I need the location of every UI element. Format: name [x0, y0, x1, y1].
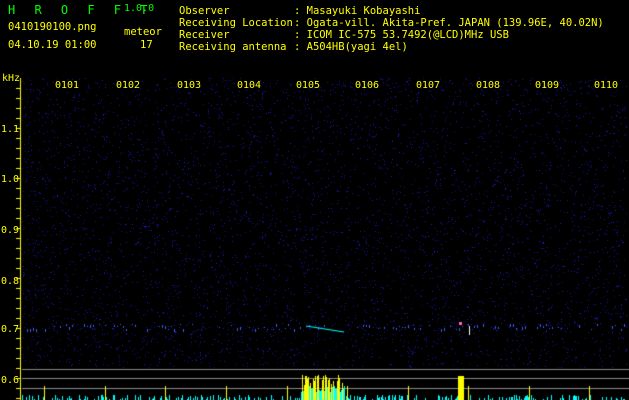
- time-tick: 0106: [355, 80, 380, 91]
- spectrogram-canvas: [0, 0, 629, 400]
- time-tick: 0105: [296, 80, 321, 91]
- receiver-key: Receiver: [179, 29, 230, 41]
- file-name: 0410190100.png: [8, 21, 97, 33]
- app-version: 1.0.0: [124, 3, 155, 14]
- time-tick: 0107: [416, 80, 441, 91]
- time-tick: 0101: [55, 80, 80, 91]
- freq-tick: 0.7: [1, 324, 20, 335]
- hroft-window: H R O F F T 1.0.0 0410190100.png meteor …: [0, 0, 629, 400]
- time-tick: 0102: [116, 80, 141, 91]
- time-tick: 0110: [594, 80, 619, 91]
- meteor-label: meteor: [124, 26, 162, 38]
- freq-tick: 1.0: [1, 174, 20, 185]
- meteor-count: 17: [140, 39, 153, 51]
- antenna-key: Receiving antenna: [179, 41, 287, 53]
- freq-tick: 0.8: [1, 276, 20, 287]
- freq-tick: 0.6: [1, 375, 20, 386]
- file-datetime: 04.10.19 01:00: [8, 39, 97, 51]
- observer-key: Observer: [179, 5, 230, 17]
- observer-value: : Masayuki Kobayashi: [294, 5, 421, 17]
- time-tick: 0104: [237, 80, 262, 91]
- receiver-value: : ICOM IC-575 53.7492(@LCD)MHz USB: [294, 29, 509, 41]
- location-key: Receiving Location: [179, 17, 293, 29]
- time-tick: 0103: [177, 80, 202, 91]
- freq-tick: 0.9: [1, 225, 20, 236]
- location-value: : Ogata-vill. Akita-Pref. JAPAN (139.96E…: [294, 17, 604, 29]
- freq-unit-label: kHz: [2, 73, 21, 84]
- antenna-value: : A504HB(yagi 4el): [294, 41, 408, 53]
- time-tick: 0109: [535, 80, 560, 91]
- freq-tick: 1.1: [1, 124, 20, 135]
- time-tick: 0108: [476, 80, 501, 91]
